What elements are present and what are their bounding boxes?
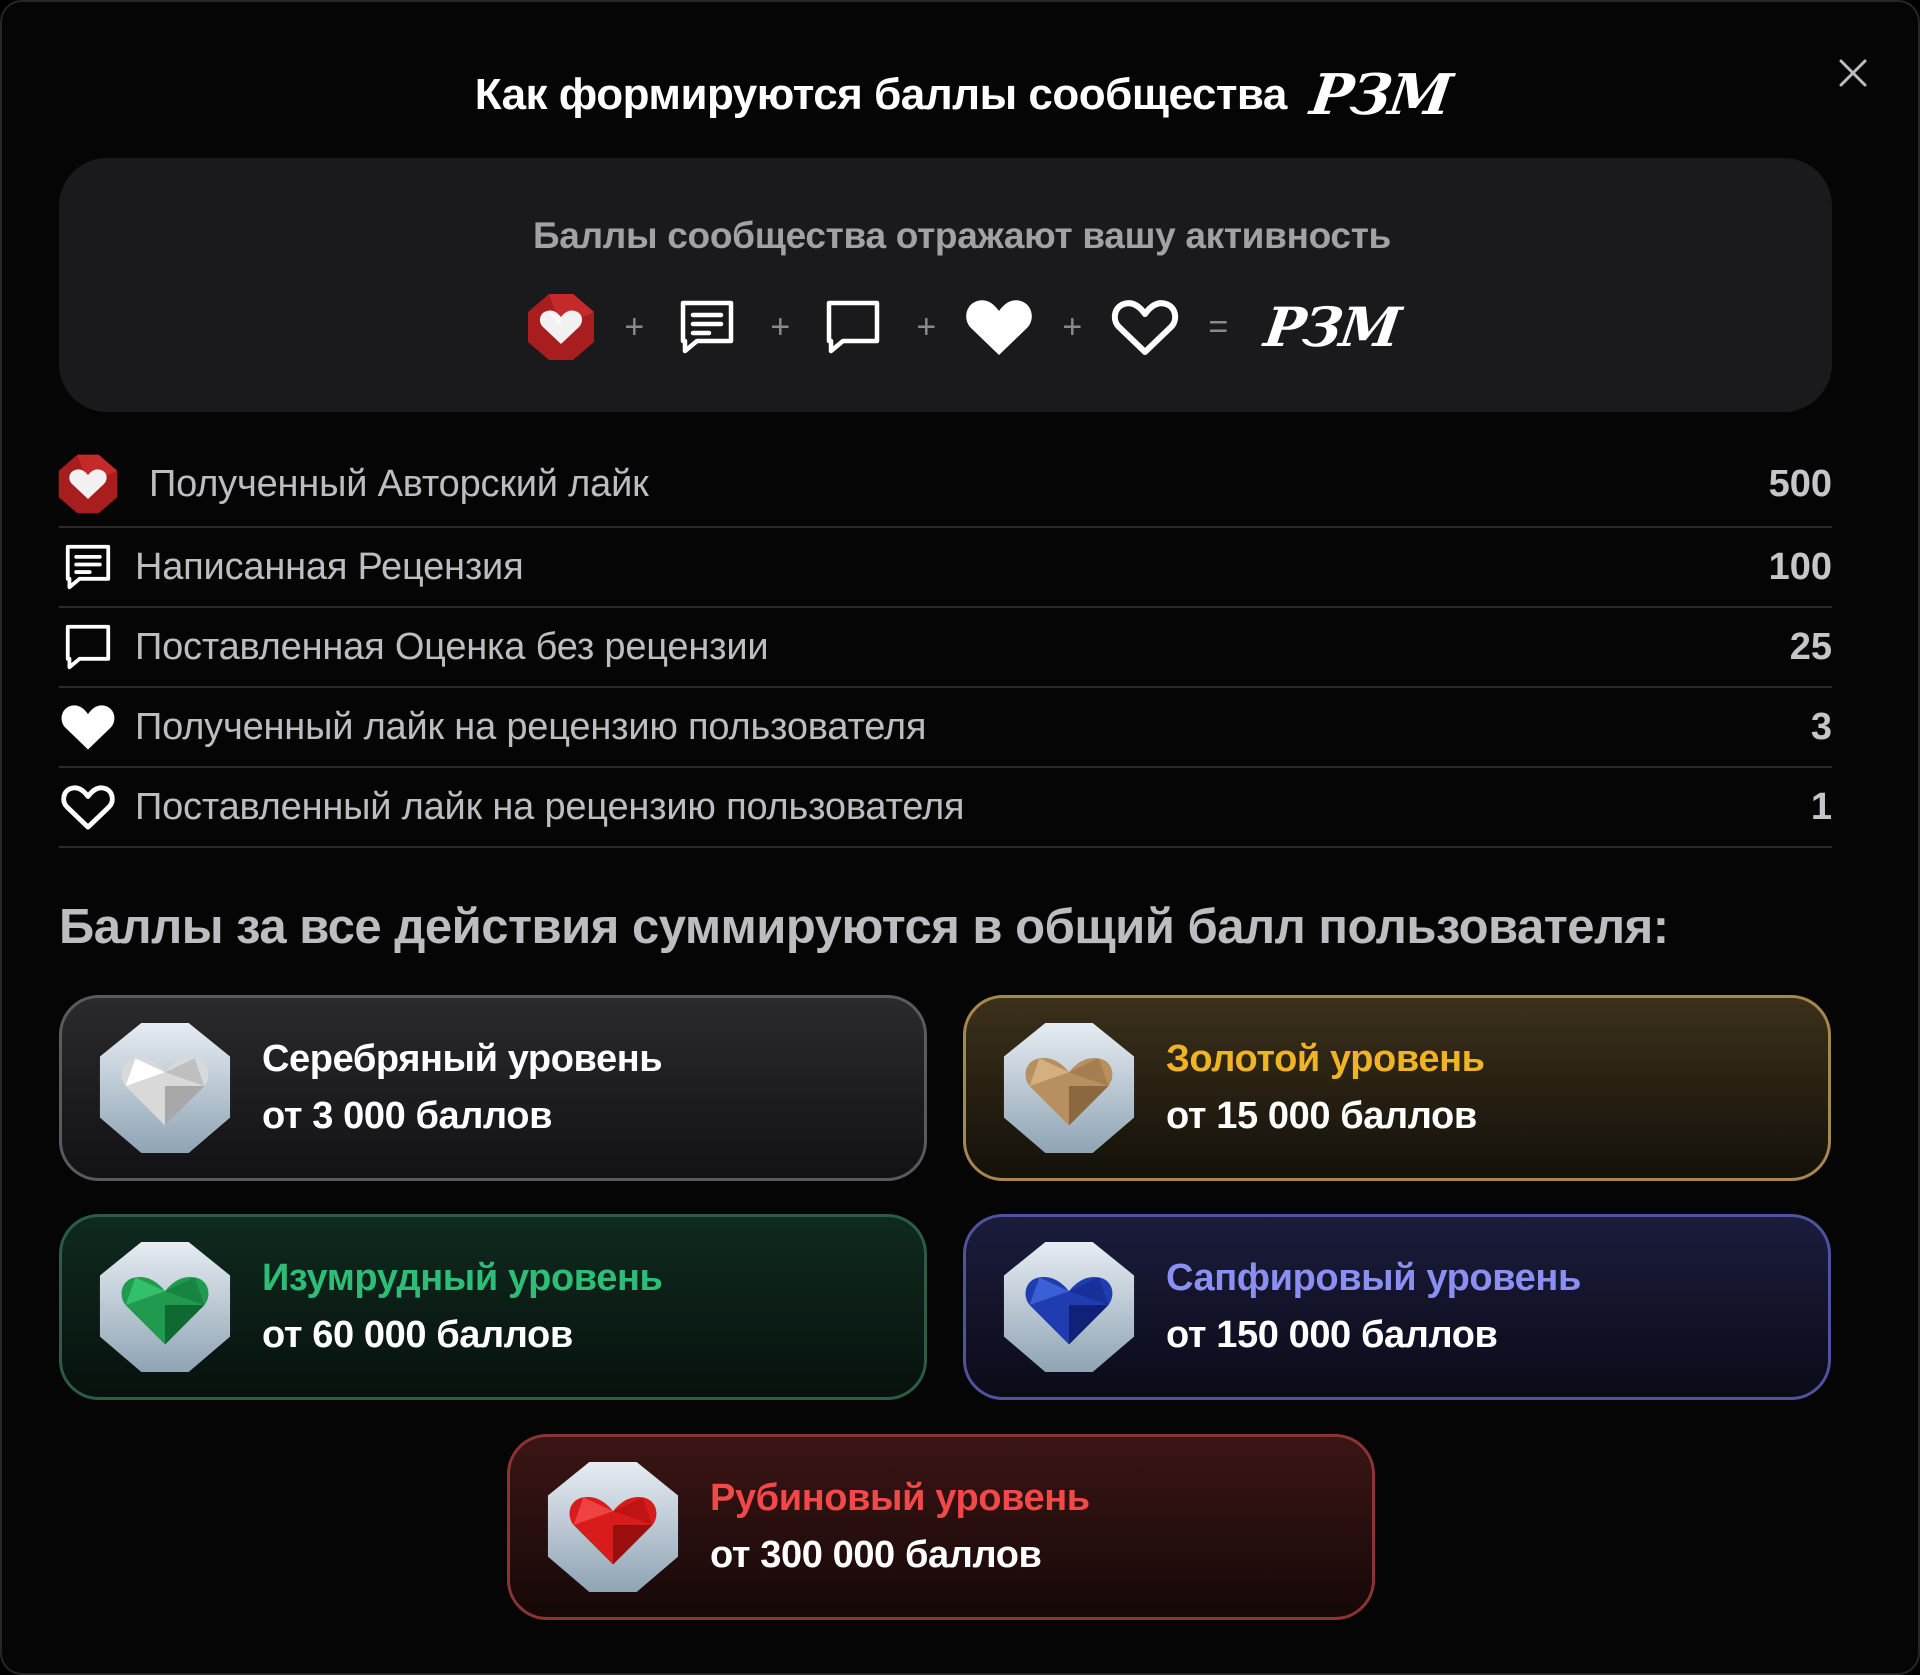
level-range: от 60 000 баллов — [262, 1314, 573, 1356]
level-range: от 150 000 баллов — [1166, 1314, 1498, 1356]
plus-sign: + — [916, 307, 937, 346]
heart-outline-icon — [57, 776, 119, 838]
review-icon — [57, 536, 119, 598]
list-item: Полученный Авторский лайк 500 — [57, 442, 1832, 528]
level-card-silver: Серебряный уровень от 3 000 баллов — [59, 995, 927, 1181]
rating-icon — [57, 616, 119, 678]
level-card-gold: Золотой уровень от 15 000 баллов — [963, 995, 1831, 1181]
level-range: от 3 000 баллов — [262, 1095, 553, 1137]
list-item: Поставленная Оценка без рецензии 25 — [59, 608, 1832, 688]
action-points: 1 — [1810, 785, 1832, 828]
author-like-icon — [525, 291, 597, 363]
heart-filled-icon — [57, 696, 119, 758]
level-name: Изумрудный уровень — [262, 1257, 663, 1299]
level-card-sapphire: Сапфировый уровень от 150 000 баллов — [963, 1214, 1831, 1400]
community-logo: РЗМ — [1260, 295, 1404, 359]
action-label: Полученный лайк на рецензию пользователя — [135, 705, 927, 748]
action-label: Поставленная Оценка без рецензии — [135, 625, 769, 668]
action-points: 500 — [1768, 462, 1832, 505]
action-label: Написанная Рецензия — [135, 545, 524, 588]
level-name: Сапфировый уровень — [1166, 1257, 1581, 1299]
level-name: Серебряный уровень — [262, 1038, 663, 1080]
list-item: Полученный лайк на рецензию пользователя… — [59, 688, 1832, 768]
plus-sign: + — [624, 307, 645, 346]
action-label: Полученный Авторский лайк — [149, 462, 649, 505]
points-formula: + + + + = РЗМ — [2, 287, 1920, 367]
level-name: Рубиновый уровень — [710, 1477, 1090, 1519]
points-info-modal: Как формируются баллы сообщества РЗМ Бал… — [0, 0, 1920, 1675]
heart-outline-icon — [1109, 291, 1181, 363]
review-icon — [671, 291, 743, 363]
plus-sign: + — [770, 307, 791, 346]
modal-header: Как формируются баллы сообщества РЗМ — [2, 60, 1920, 130]
ruby-gem-icon — [547, 1461, 679, 1593]
plus-sign: + — [1062, 307, 1083, 346]
heart-filled-icon — [963, 291, 1035, 363]
emerald-gem-icon — [99, 1241, 231, 1373]
list-item: Написанная Рецензия 100 — [59, 528, 1832, 608]
rating-icon — [817, 291, 889, 363]
sapphire-gem-icon — [1003, 1241, 1135, 1373]
level-card-emerald: Изумрудный уровень от 60 000 баллов — [59, 1214, 927, 1400]
summary-card — [59, 158, 1832, 412]
list-item: Поставленный лайк на рецензию пользовате… — [59, 768, 1832, 848]
community-logo: РЗМ — [1306, 62, 1454, 128]
level-range: от 300 000 баллов — [710, 1534, 1042, 1576]
action-points: 25 — [1789, 625, 1832, 668]
action-points: 3 — [1810, 705, 1832, 748]
action-label: Поставленный лайк на рецензию пользовате… — [135, 785, 965, 828]
silver-gem-icon — [99, 1022, 231, 1154]
action-points: 100 — [1768, 545, 1832, 588]
actions-list: Полученный Авторский лайк 500 Написанная… — [57, 442, 1832, 848]
equals-sign: = — [1208, 307, 1229, 346]
summary-text: Баллы сообщества отражают вашу активност… — [533, 215, 1391, 256]
author-like-icon — [57, 453, 119, 515]
level-range: от 15 000 баллов — [1166, 1095, 1477, 1137]
level-name: Золотой уровень — [1166, 1038, 1485, 1080]
modal-title: Как формируются баллы сообщества — [474, 70, 1288, 119]
level-card-ruby: Рубиновый уровень от 300 000 баллов — [507, 1434, 1375, 1620]
gold-gem-icon — [1003, 1022, 1135, 1154]
levels-heading: Баллы за все действия суммируются в общи… — [59, 900, 1669, 954]
